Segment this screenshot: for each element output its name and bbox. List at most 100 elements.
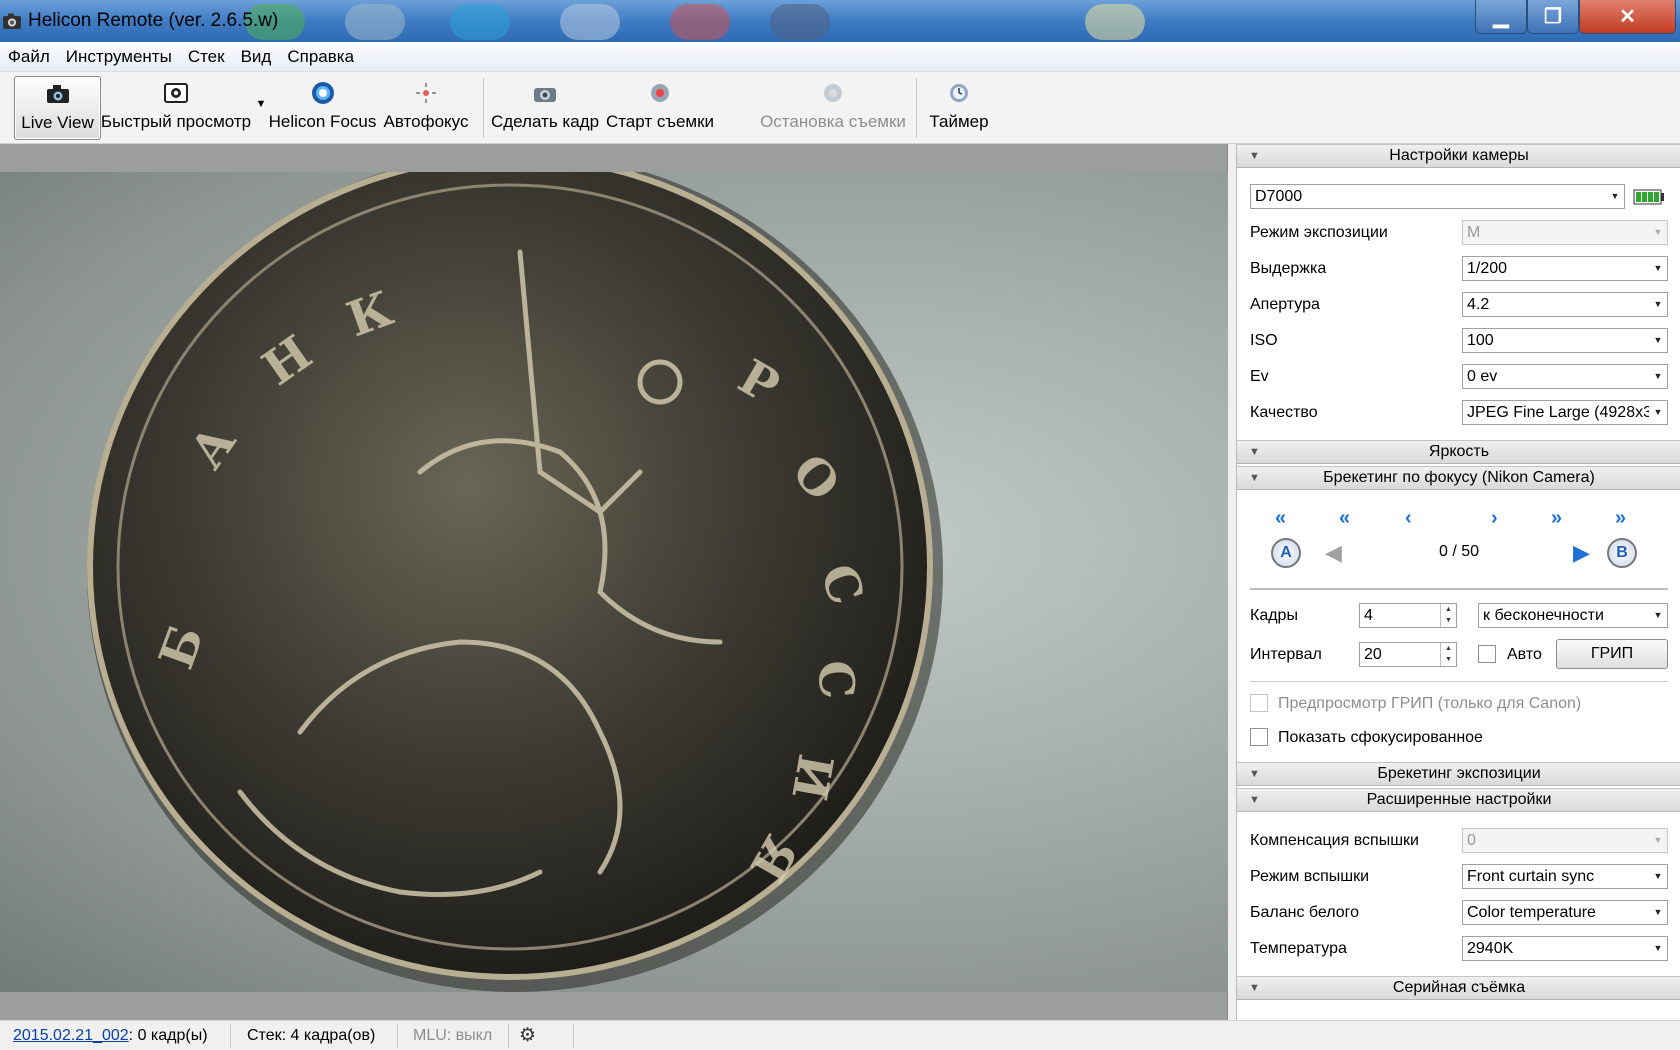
shutter-label: Выдержка <box>1250 260 1327 277</box>
spinner-arrows-icon[interactable]: ▲ ▼ <box>1440 604 1456 627</box>
aperture-select[interactable]: 4.2 ▼ <box>1462 292 1668 317</box>
start-shooting-button[interactable]: Старт съемки <box>604 76 716 140</box>
live-view-button[interactable]: Live View <box>14 76 101 140</box>
collapse-triangle-icon: ▼ <box>1249 446 1260 458</box>
stop-shooting-button[interactable]: Остановка съемки <box>758 76 908 140</box>
dof-button[interactable]: ГРИП <box>1556 639 1668 669</box>
menu-view[interactable]: Вид <box>233 42 280 72</box>
minimize-button[interactable]: ▁ <box>1475 0 1527 34</box>
quick-view-dropdown[interactable]: ▼ <box>252 76 270 140</box>
focus-back-small-icon[interactable]: ‹ <box>1405 508 1412 528</box>
stop-shooting-label: Остановка съемки <box>760 112 906 131</box>
focus-bracketing-title: Брекетинг по фокусу (Nikon Camera) <box>1323 469 1595 486</box>
camera-settings-title: Настройки камеры <box>1389 147 1529 164</box>
frames-label: Кадры <box>1250 607 1298 624</box>
app-camera-icon <box>3 13 21 29</box>
interval-spinner[interactable]: 20 ▲ ▼ <box>1359 642 1457 667</box>
start-shooting-label: Старт съемки <box>605 112 715 131</box>
quick-view-button[interactable]: Быстрый просмотр <box>101 76 251 140</box>
menu-file[interactable]: Файл <box>0 42 58 72</box>
play-forward-icon[interactable]: ▶ <box>1573 540 1590 566</box>
exposure-bracketing-header[interactable]: ▼ Брекетинг экспозиции <box>1237 762 1680 786</box>
take-shot-button[interactable]: Сделать кадр <box>490 76 600 140</box>
wb-value: Color temperature <box>1467 904 1596 921</box>
wb-label: Баланс белого <box>1250 904 1360 921</box>
show-focused-label: Показать сфокусированное <box>1278 729 1483 746</box>
mlu-status: MLU: выкл <box>413 1027 493 1044</box>
burst-title: Серийная съёмка <box>1392 979 1526 996</box>
brightness-header[interactable]: ▼ Яркость <box>1237 440 1680 464</box>
chevron-down-icon: ▼ <box>1649 865 1667 888</box>
session-info: 2015.02.21_002: 0 кадр(ы) <box>13 1027 208 1045</box>
stack-info: Стек: 4 кадра(ов) <box>247 1027 376 1044</box>
collapse-triangle-icon: ▼ <box>1249 982 1260 994</box>
menu-tools[interactable]: Инструменты <box>58 42 180 72</box>
advanced-title: Расширенные настройки <box>1366 791 1552 808</box>
wb-select[interactable]: Color temperature ▼ <box>1462 900 1668 925</box>
settings-panel: ▼ Настройки камеры D7000 ▼ Режим экспозици… <box>1236 144 1680 1020</box>
brightness-title: Яркость <box>1428 443 1490 460</box>
timer-label: Таймер <box>929 112 989 131</box>
close-icon: ✕ <box>1619 6 1636 28</box>
ev-label: Ev <box>1250 368 1269 385</box>
helicon-focus-button[interactable]: Helicon Focus <box>268 76 377 140</box>
temperature-select[interactable]: 2940K ▼ <box>1462 936 1668 961</box>
show-focused-checkbox[interactable] <box>1250 728 1268 746</box>
chevron-down-icon: ▼ <box>1649 221 1667 244</box>
burst-header[interactable]: ▼ Серийная съёмка <box>1237 976 1680 1000</box>
direction-select[interactable]: к бесконечности ▼ <box>1478 603 1668 628</box>
close-button[interactable]: ✕ <box>1579 0 1676 34</box>
dof-button-label: ГРИП <box>1590 645 1634 662</box>
exposure-bracketing-title: Брекетинг экспозиции <box>1377 765 1541 782</box>
focus-forward-large-icon[interactable]: » <box>1551 508 1562 528</box>
focus-far-forward-icon[interactable]: » <box>1615 508 1626 528</box>
session-frames: : 0 кадр(ы) <box>128 1027 208 1044</box>
exposure-mode-select[interactable]: M ▼ <box>1462 220 1668 245</box>
chevron-down-icon: ▼ <box>1649 365 1667 388</box>
flash-mode-select[interactable]: Front curtain sync ▼ <box>1462 864 1668 889</box>
focus-slider[interactable] <box>1250 588 1668 590</box>
camera-select[interactable]: D7000 ▼ <box>1250 184 1625 209</box>
maximize-button[interactable]: ❐ <box>1527 0 1579 34</box>
preview-icon <box>164 83 188 103</box>
exposure-mode-label: Режим экспозиции <box>1250 224 1388 241</box>
menu-bar: Файл Инструменты Стек Вид Справка <box>0 42 1680 72</box>
auto-checkbox[interactable] <box>1478 645 1496 663</box>
timer-button[interactable]: Таймер <box>926 76 992 140</box>
iso-select[interactable]: 100 ▼ <box>1462 328 1668 353</box>
frames-spinner[interactable]: 4 ▲ ▼ <box>1359 603 1457 628</box>
live-view-label: Live View <box>21 113 94 132</box>
status-separator <box>230 1024 231 1048</box>
taskbar-deco <box>345 4 405 40</box>
frames-value: 4 <box>1364 607 1373 624</box>
quality-label: Качество <box>1250 404 1318 421</box>
menu-stack[interactable]: Стек <box>180 42 233 72</box>
focus-back-large-icon[interactable]: « <box>1339 508 1350 528</box>
taskbar-deco <box>450 4 510 40</box>
ev-select[interactable]: 0 ev ▼ <box>1462 364 1668 389</box>
toolbar-separator <box>916 78 917 138</box>
autofocus-button[interactable]: Автофокус <box>380 76 472 140</box>
dof-preview-checkbox[interactable] <box>1250 694 1268 712</box>
advanced-header[interactable]: ▼ Расширенные настройки <box>1237 788 1680 812</box>
iso-value: 100 <box>1467 332 1494 349</box>
settings-gear-icon[interactable]: ⚙ <box>519 1024 536 1047</box>
chevron-down-icon: ▼ <box>1649 329 1667 352</box>
focus-far-back-icon[interactable]: « <box>1275 508 1286 528</box>
flash-comp-select[interactable]: 0 ▼ <box>1462 828 1668 853</box>
focus-forward-small-icon[interactable]: › <box>1491 508 1498 528</box>
shutter-select[interactable]: 1/200 ▼ <box>1462 256 1668 281</box>
flash-comp-label: Компенсация вспышки <box>1250 832 1419 849</box>
camera-settings-header[interactable]: ▼ Настройки камеры <box>1237 144 1680 168</box>
live-view-viewport[interactable]: Б А Н К Р О С С И Я <box>0 144 1228 1020</box>
quality-select[interactable]: JPEG Fine Large (4928x3 ▼ <box>1462 400 1668 425</box>
focus-bracketing-header[interactable]: ▼ Брекетинг по фокусу (Nikon Camera) <box>1237 466 1680 490</box>
helicon-focus-label: Helicon Focus <box>268 112 377 131</box>
take-shot-label: Сделать кадр <box>490 112 600 131</box>
point-b-button[interactable]: B <box>1607 538 1637 568</box>
chevron-down-icon: ▼ <box>1649 604 1667 627</box>
interval-label: Интервал <box>1250 646 1322 663</box>
menu-help[interactable]: Справка <box>279 42 362 72</box>
spinner-arrows-icon[interactable]: ▲ ▼ <box>1440 643 1456 666</box>
session-link[interactable]: 2015.02.21_002 <box>13 1027 129 1044</box>
